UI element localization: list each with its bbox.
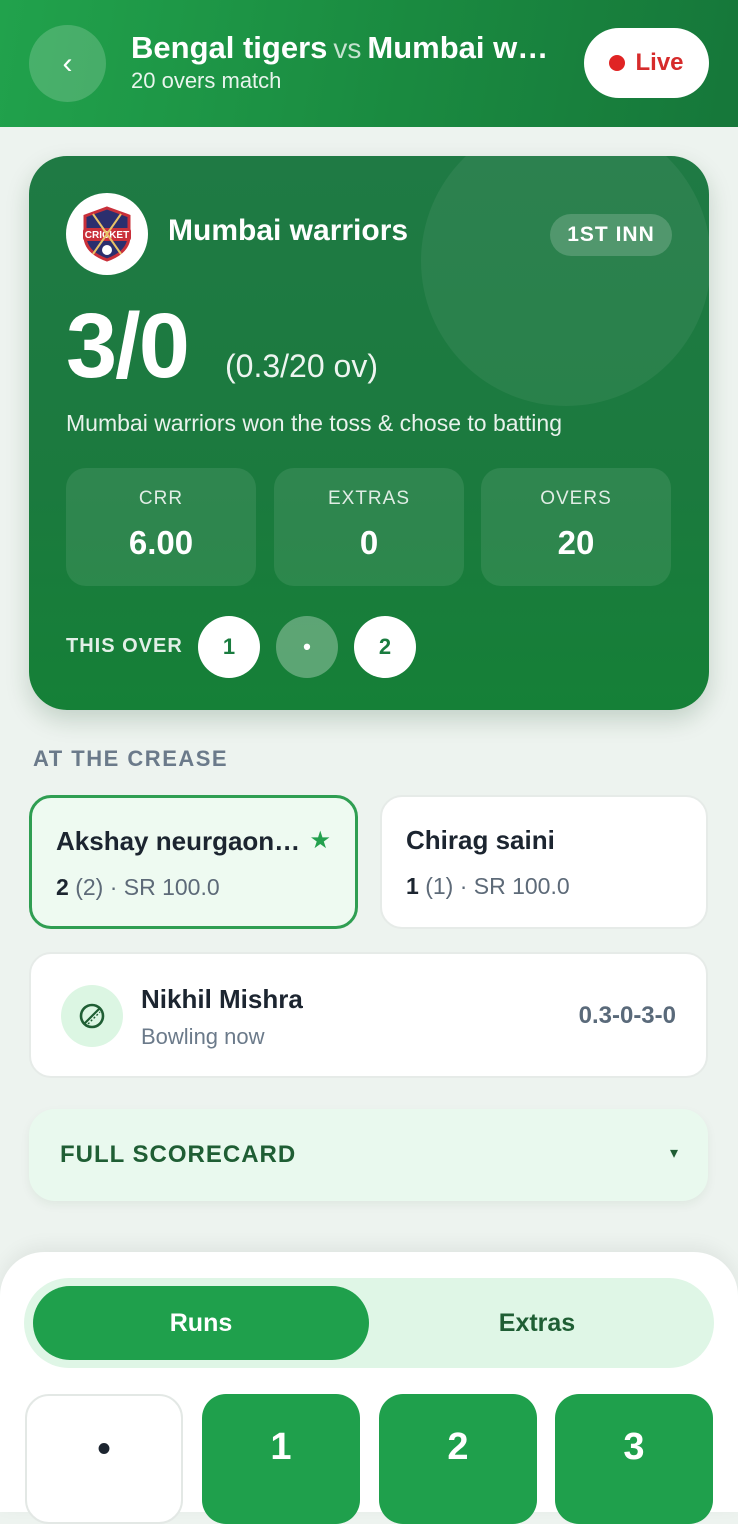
chevron-down-icon: ▾: [669, 1145, 678, 1162]
bowler-status: Bowling now: [141, 1024, 265, 1049]
team-score: 3/0: [66, 295, 190, 397]
striker-card[interactable]: Akshay neurgaonkar ★ 2 (2) · SR 100.0: [29, 795, 358, 929]
star-icon: ★: [309, 827, 331, 854]
back-button[interactable]: ‹: [29, 25, 106, 102]
crease-section-label: AT THE CREASE: [33, 746, 229, 771]
over-ball: 2: [354, 616, 416, 678]
live-badge[interactable]: Live: [584, 28, 709, 98]
bowler-name: Nikhil Mishra: [141, 984, 303, 1014]
stat-value: 0: [359, 524, 379, 561]
striker-name: Akshay neurgaonkar: [56, 826, 301, 856]
team-logo: CRICKET: [66, 193, 148, 275]
team-a-name: Bengal tigers: [131, 30, 328, 65]
bowler-card[interactable]: Nikhil Mishra Bowling now 0.3-0-3-0: [29, 952, 708, 1078]
run-key-2[interactable]: 2: [379, 1394, 537, 1524]
cricket-ball-glyph: [79, 1003, 105, 1029]
over-ball: •: [276, 616, 338, 678]
stat-label: EXTRAS: [327, 488, 411, 509]
this-over-label: THIS OVER: [66, 635, 183, 657]
live-dot-icon: [609, 55, 626, 71]
match-format: 20 overs match: [131, 68, 282, 93]
innings-badge: 1ST INN: [550, 214, 672, 256]
team-b-name: Mumbai warriors: [367, 30, 561, 65]
non-striker-name: Chirag saini: [406, 825, 555, 855]
batting-team-name: Mumbai warriors: [168, 214, 409, 247]
non-striker-runs: 1: [406, 873, 419, 899]
vs-label: vs: [333, 33, 362, 64]
striker-balls: (2): [75, 874, 104, 900]
score-card: CRICKET Mumbai warriors 1ST INN 3/0 (0.3…: [29, 156, 709, 710]
stat-value: 20: [557, 524, 595, 561]
input-type-toggle: Runs Extras: [24, 1278, 714, 1368]
stat-extras: EXTRAS 0: [274, 468, 464, 586]
run-key-3[interactable]: 3: [555, 1394, 713, 1524]
over-ball: 1: [198, 616, 260, 678]
live-label: Live: [635, 49, 684, 76]
non-striker-balls: (1): [425, 873, 454, 899]
striker-stats: 2 (2) · SR 100.0: [56, 874, 220, 901]
decorative-circle: [421, 156, 709, 406]
overs-progress: (0.3/20 ov): [225, 348, 378, 384]
non-striker-card[interactable]: Chirag saini 1 (1) · SR 100.0: [380, 795, 708, 929]
striker-runs: 2: [56, 874, 69, 900]
toss-result: Mumbai warriors won the toss & chose to …: [66, 410, 563, 436]
striker-sr: · SR 100.0: [109, 874, 220, 900]
stat-value: 6.00: [128, 524, 194, 561]
stat-label: OVERS: [540, 488, 612, 509]
stat-crr: CRR 6.00: [66, 468, 256, 586]
stat-overs: OVERS 20: [481, 468, 671, 586]
run-key-dot[interactable]: •: [25, 1394, 183, 1524]
cricket-ball-icon: [61, 985, 123, 1047]
non-striker-stats: 1 (1) · SR 100.0: [406, 873, 570, 900]
app-header: ‹ Bengal tigersvsMumbai warriors 20 over…: [0, 0, 738, 127]
tab-runs[interactable]: Runs: [33, 1286, 369, 1360]
full-scorecard-label: FULL SCORECARD: [60, 1141, 297, 1168]
cricket-logo-icon: CRICKET: [83, 206, 131, 262]
match-title: Bengal tigersvsMumbai warriors: [131, 30, 561, 66]
stat-label: CRR: [138, 488, 184, 509]
full-scorecard-button[interactable]: FULL SCORECARD ▾: [29, 1109, 708, 1201]
run-key-1[interactable]: 1: [202, 1394, 360, 1524]
non-striker-sr: · SR 100.0: [459, 873, 570, 899]
tab-extras[interactable]: Extras: [369, 1286, 705, 1360]
chevron-left-icon: ‹: [62, 46, 73, 80]
bowler-figures: 0.3-0-3-0: [578, 1002, 676, 1029]
